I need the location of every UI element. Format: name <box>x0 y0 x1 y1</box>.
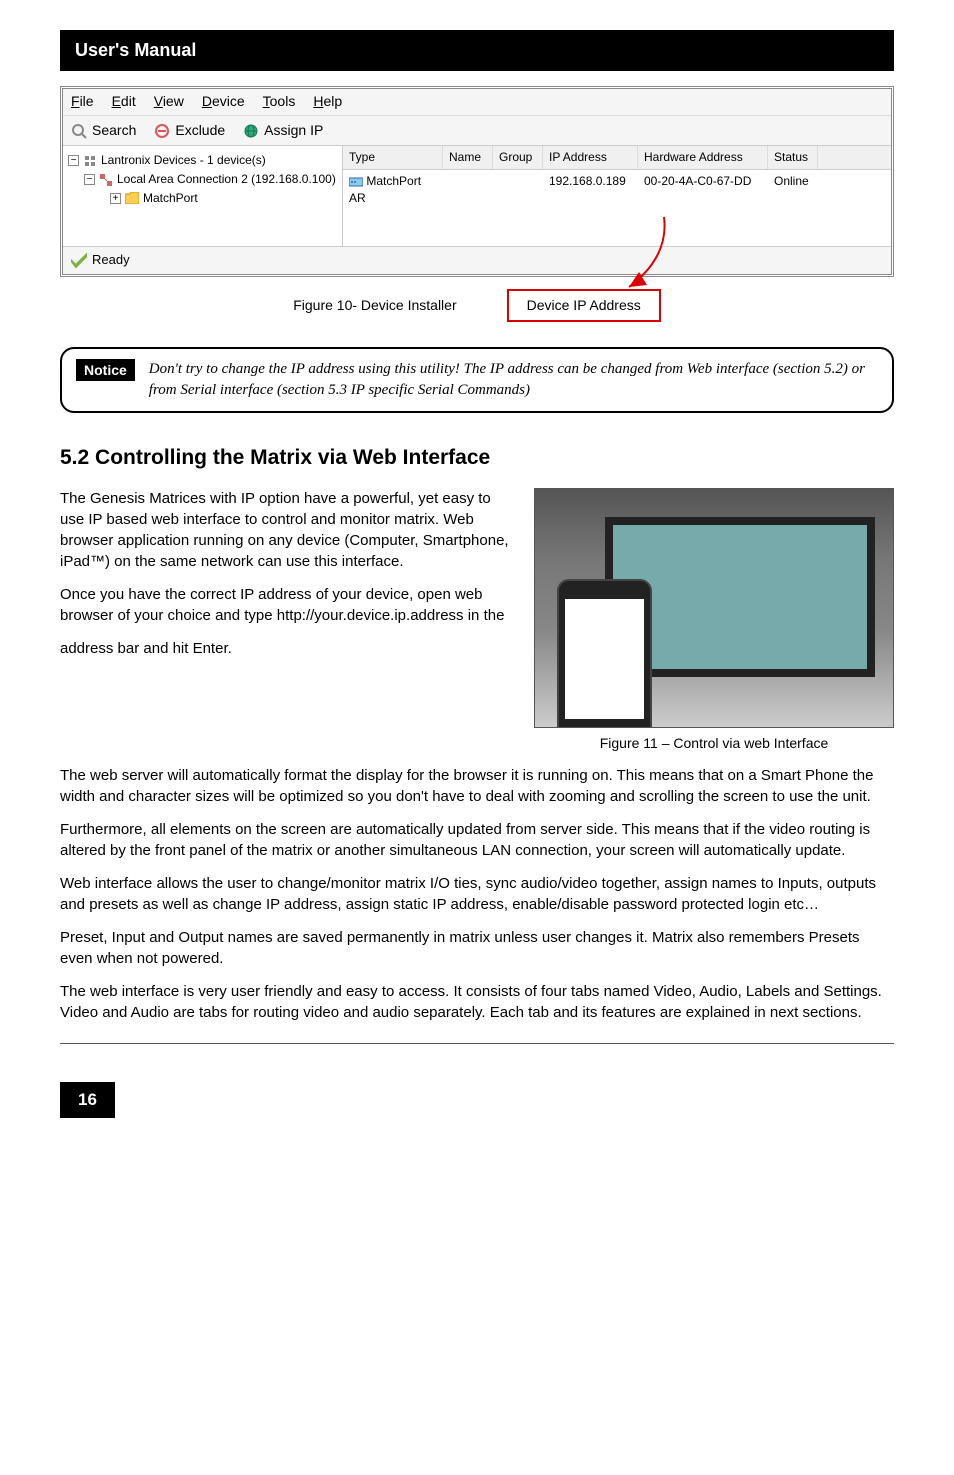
users-manual-header: User's Manual <box>60 30 894 71</box>
tree-root-label: Lantronix Devices - 1 device(s) <box>101 152 266 169</box>
menubar: File Edit View Device Tools Help <box>63 89 891 116</box>
menu-edit[interactable]: Edit <box>112 92 136 112</box>
ready-icon <box>71 252 87 268</box>
expand-icon[interactable]: + <box>110 193 121 204</box>
right-column: Figure 11 – Control via web Interface <box>534 488 894 754</box>
footer-line: 16 <box>60 1043 894 1118</box>
assign-ip-label: Assign IP <box>264 121 323 141</box>
cell-name <box>443 170 493 210</box>
left-column: The Genesis Matrices with IP option have… <box>60 488 516 754</box>
main-content: − Lantronix Devices - 1 device(s) − Loca… <box>63 146 891 246</box>
notice-label: Notice <box>76 359 135 381</box>
globe-icon <box>243 123 259 139</box>
header-group[interactable]: Group <box>493 146 543 169</box>
cell-ip: 192.168.0.189 <box>543 170 638 210</box>
figure-10-row: Figure 10- Device Installer Device IP Ad… <box>60 289 894 323</box>
collapse-icon[interactable]: − <box>84 174 95 185</box>
device-installer-window: File Edit View Device Tools Help Search … <box>60 86 894 276</box>
tree-root-row[interactable]: − Lantronix Devices - 1 device(s) <box>68 151 337 170</box>
menu-file[interactable]: File <box>71 92 94 112</box>
tree-conn-label: Local Area Connection 2 (192.168.0.100) <box>117 171 336 188</box>
notice-text: Don't try to change the IP address using… <box>149 359 878 401</box>
paragraph-8: The web interface is very user friendly … <box>60 981 894 1023</box>
connection-icon <box>99 173 113 187</box>
figure-10-caption: Figure 10- Device Installer <box>293 296 456 316</box>
header-name[interactable]: Name <box>443 146 493 169</box>
page-number: 16 <box>60 1082 115 1118</box>
header-status[interactable]: Status <box>768 146 818 169</box>
header-type[interactable]: Type <box>343 146 443 169</box>
section-heading: 5.2 Controlling the Matrix via Web Inter… <box>60 443 894 472</box>
header-ip[interactable]: IP Address <box>543 146 638 169</box>
exclude-label: Exclude <box>175 121 225 141</box>
exclude-button[interactable]: Exclude <box>154 121 225 141</box>
paragraph-5: Furthermore, all elements on the screen … <box>60 819 894 861</box>
exclude-icon <box>154 123 170 139</box>
notice-block: Notice Don't try to change the IP addres… <box>60 347 894 413</box>
two-column-layout: The Genesis Matrices with IP option have… <box>60 488 894 754</box>
device-icon <box>349 176 363 188</box>
menu-tools[interactable]: Tools <box>263 92 296 112</box>
search-icon <box>71 123 87 139</box>
paragraph-7: Preset, Input and Output names are saved… <box>60 927 894 969</box>
list-row[interactable]: MatchPort AR 192.168.0.189 00-20-4A-C0-6… <box>343 170 891 210</box>
tree-panel: − Lantronix Devices - 1 device(s) − Loca… <box>63 146 343 246</box>
tree-device-row[interactable]: + MatchPort <box>68 189 337 208</box>
tree-device-label: MatchPort <box>143 190 198 207</box>
cell-type: MatchPort AR <box>343 170 443 210</box>
cell-hw: 00-20-4A-C0-67-DD <box>638 170 768 210</box>
menu-view[interactable]: View <box>154 92 184 112</box>
collapse-icon[interactable]: − <box>68 155 79 166</box>
list-header: Type Name Group IP Address Hardware Addr… <box>343 146 891 170</box>
figure-11-caption: Figure 11 – Control via web Interface <box>534 734 894 754</box>
paragraph-3: address bar and hit Enter. <box>60 638 516 659</box>
phone-graphic <box>557 579 652 728</box>
tree-conn-row[interactable]: − Local Area Connection 2 (192.168.0.100… <box>68 170 337 189</box>
paragraph-6: Web interface allows the user to change/… <box>60 873 894 915</box>
header-hw[interactable]: Hardware Address <box>638 146 768 169</box>
figure-11-image <box>534 488 894 728</box>
folder-icon <box>125 192 139 204</box>
arrow-icon <box>614 217 674 297</box>
cell-status: Online <box>768 170 818 210</box>
search-label: Search <box>92 121 136 141</box>
assign-ip-button[interactable]: Assign IP <box>243 121 323 141</box>
paragraph-2: Once you have the correct IP address of … <box>60 584 516 626</box>
devices-icon <box>83 154 97 168</box>
toolbar: Search Exclude Assign IP <box>63 116 891 147</box>
search-button[interactable]: Search <box>71 121 136 141</box>
cell-group <box>493 170 543 210</box>
menu-device[interactable]: Device <box>202 92 245 112</box>
paragraph-4: The web server will automatically format… <box>60 765 894 807</box>
paragraph-1: The Genesis Matrices with IP option have… <box>60 488 516 572</box>
status-bar: Ready <box>63 246 891 273</box>
menu-help[interactable]: Help <box>313 92 342 112</box>
status-text: Ready <box>92 251 130 269</box>
